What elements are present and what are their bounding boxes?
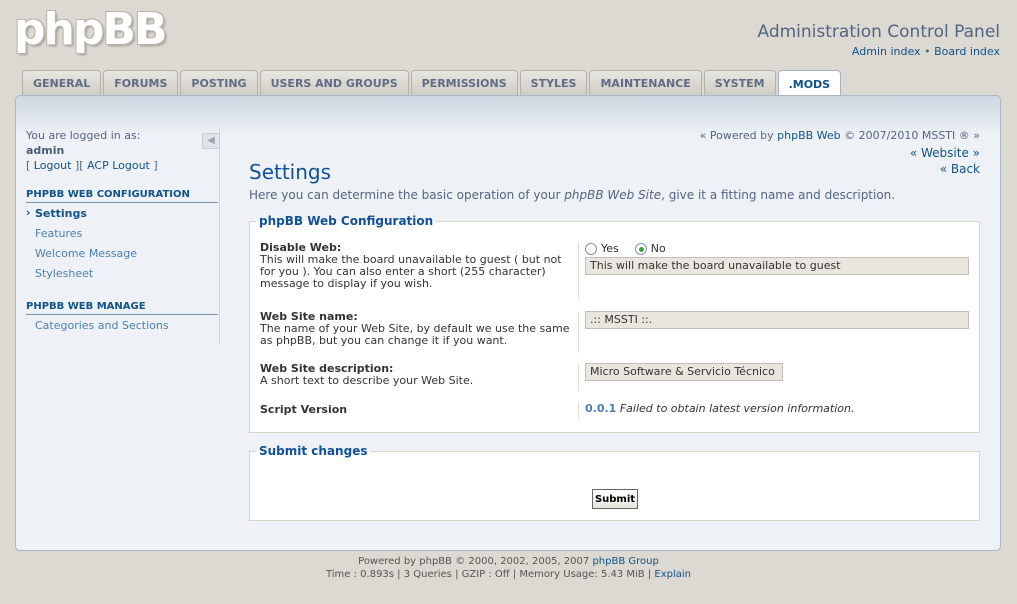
board-index-link[interactable]: Board index: [934, 45, 1000, 58]
desc-suffix: , give it a fitting name and description…: [661, 188, 896, 202]
tab-mods[interactable]: .MODS: [777, 70, 842, 97]
site-description-input[interactable]: Micro Software & Servicio Técnico: [585, 363, 783, 381]
login-info: You are logged in as: admin [ Logout ][ …: [26, 128, 219, 173]
row-site-description: Web Site description: A short text to de…: [260, 363, 971, 393]
disable-web-no-label: No: [650, 242, 666, 255]
footer: Powered by phpBB © 2000, 2002, 2005, 200…: [0, 555, 1017, 581]
logged-in-as-label: You are logged in as:: [26, 129, 141, 142]
sidebar-item-settings[interactable]: Settings: [26, 203, 219, 223]
desc-emphasis: phpBB Web Site: [564, 188, 662, 202]
footer-powered-text: Powered by phpBB © 2000, 2002, 2005, 200…: [358, 556, 590, 567]
sidebar-link-categories[interactable]: Categories and Sections: [35, 319, 169, 332]
site-name-label-block: Web Site name: The name of your Web Site…: [260, 311, 580, 347]
admin-index-link[interactable]: Admin index: [852, 45, 921, 58]
config-legend: phpBB Web Configuration: [259, 214, 434, 228]
sidebar-item-categories[interactable]: Categories and Sections: [26, 315, 219, 335]
row-site-name: Web Site name: The name of your Web Site…: [260, 311, 971, 355]
script-version-value: 0.0.1 Failed to obtain latest version in…: [585, 402, 854, 415]
bracket-close: ]: [153, 159, 158, 172]
phpbb-logo[interactable]: phpBB: [14, 4, 167, 55]
acp-title: Administration Control Panel: [757, 22, 1000, 42]
username: admin: [26, 144, 65, 157]
sidebar-link-welcome-message[interactable]: Welcome Message: [35, 247, 137, 260]
disable-web-yes-label: Yes: [601, 242, 619, 255]
powered-suffix: © 2007/2010 MSSTI ® »: [844, 129, 980, 142]
acp-logout-link[interactable]: ACP Logout: [87, 159, 150, 172]
top-links: Admin index • Board index: [852, 45, 1000, 58]
site-desc-label-block: Web Site description: A short text to de…: [260, 363, 580, 387]
footer-line-1: Powered by phpBB © 2000, 2002, 2005, 200…: [0, 555, 1017, 568]
bracket-mid: ][: [74, 159, 84, 172]
tab-forums[interactable]: FORUMS: [103, 70, 179, 95]
site-name-value: .:: MSSTI ::.: [585, 311, 969, 329]
disable-web-label-block: Disable Web: This will make the board un…: [260, 242, 580, 290]
row-divider: [578, 242, 579, 298]
sidebar-item-stylesheet[interactable]: Stylesheet: [26, 263, 219, 283]
main-tabs: GENERAL FORUMS POSTING USERS AND GROUPS …: [22, 70, 843, 97]
row-disable-web: Disable Web: This will make the board un…: [260, 242, 971, 302]
sidebar-item-welcome-message[interactable]: Welcome Message: [26, 243, 219, 263]
site-name-input[interactable]: .:: MSSTI ::.: [585, 311, 969, 329]
submit-button[interactable]: Submit: [592, 489, 638, 509]
script-version-label: Script Version: [260, 403, 348, 416]
disable-web-explain: This will make the board unavailable to …: [260, 253, 562, 290]
phpbb-web-link[interactable]: phpBB Web: [777, 129, 841, 142]
row-divider: [578, 402, 579, 418]
website-link[interactable]: « Website »: [910, 146, 980, 160]
phpbb-group-link[interactable]: phpBB Group: [592, 556, 658, 567]
collapse-menu-icon[interactable]: ◀: [202, 133, 220, 149]
disable-web-value: Yes No This will make the board unavaila…: [585, 242, 969, 275]
disable-web-radio-group: Yes No: [585, 242, 969, 255]
script-version-number: 0.0.1: [585, 402, 617, 415]
bracket-open: [: [26, 159, 31, 172]
disable-web-yes-radio[interactable]: [585, 242, 597, 255]
top-links-separator: •: [924, 45, 931, 58]
script-version-label-block: Script Version: [260, 402, 580, 416]
menu-head-web-configuration: PHPBB WEB CONFIGURATION: [26, 189, 218, 203]
tab-maintenance[interactable]: MAINTENANCE: [589, 70, 702, 95]
site-name-explain: The name of your Web Site, by default we…: [260, 322, 570, 347]
submit-legend: Submit changes: [259, 444, 368, 458]
sidebar: You are logged in as: admin [ Logout ][ …: [26, 128, 220, 344]
site-desc-value: Micro Software & Servicio Técnico: [585, 363, 783, 381]
page-title: Settings: [249, 160, 332, 184]
logout-link[interactable]: Logout: [34, 159, 72, 172]
tab-permissions[interactable]: PERMISSIONS: [410, 70, 518, 95]
tab-system[interactable]: SYSTEM: [703, 70, 776, 95]
tab-users-and-groups[interactable]: USERS AND GROUPS: [259, 70, 409, 95]
disable-web-message-input[interactable]: This will make the board unavailable to …: [585, 257, 969, 275]
tab-styles[interactable]: STYLES: [519, 70, 588, 95]
script-version-status: Failed to obtain latest version informat…: [619, 402, 855, 415]
row-divider: [578, 363, 579, 391]
powered-prefix: « Powered by: [699, 129, 774, 142]
submit-fieldset: Submit changes Submit: [249, 444, 980, 521]
sidebar-link-stylesheet[interactable]: Stylesheet: [35, 267, 93, 280]
config-fieldset: phpBB Web Configuration Disable Web: Thi…: [249, 214, 980, 433]
site-desc-explain: A short text to describe your Web Site.: [260, 374, 474, 387]
explain-link[interactable]: Explain: [654, 569, 691, 580]
powered-by: « Powered by phpBB Web © 2007/2010 MSSTI…: [700, 129, 980, 142]
logout-links: [ Logout ][ ACP Logout ]: [26, 158, 219, 173]
tab-general[interactable]: GENERAL: [22, 70, 102, 95]
menu-head-web-manage: PHPBB WEB MANAGE: [26, 301, 218, 315]
footer-stats: Time : 0.893s | 3 Queries | GZIP : Off |…: [325, 569, 652, 580]
footer-line-2: Time : 0.893s | 3 Queries | GZIP : Off |…: [0, 568, 1017, 581]
sidebar-link-features[interactable]: Features: [35, 227, 82, 240]
row-divider: [578, 311, 579, 353]
disable-web-no-radio[interactable]: [634, 242, 647, 255]
tab-posting[interactable]: POSTING: [180, 70, 258, 95]
row-script-version: Script Version 0.0.1 Failed to obtain la…: [260, 402, 971, 420]
desc-prefix: Here you can determine the basic operati…: [249, 188, 561, 202]
back-link[interactable]: « Back: [940, 162, 980, 176]
sidebar-item-features[interactable]: Features: [26, 223, 219, 243]
page-description: Here you can determine the basic operati…: [249, 188, 895, 202]
